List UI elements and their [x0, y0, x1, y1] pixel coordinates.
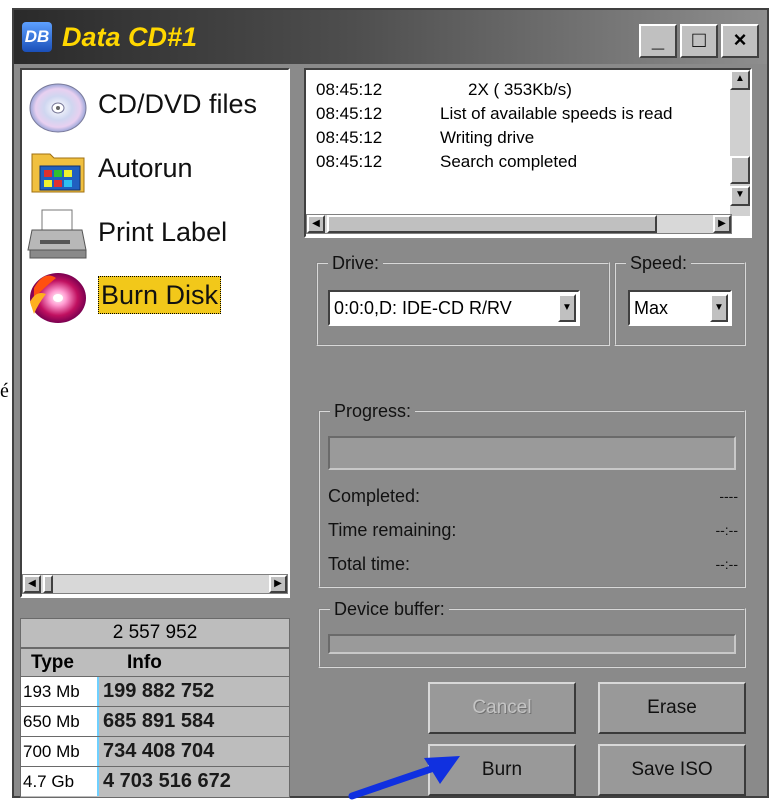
total-time-value: --:--: [715, 556, 738, 572]
stray-character: é: [0, 380, 9, 402]
table-row: 700 Mb 734 408 704: [21, 737, 289, 767]
log-time: 08:45:12: [316, 104, 383, 123]
log-entry: 08:45:12 2X ( 353Kb/s): [316, 78, 572, 102]
total-size-counter: 2 557 952: [20, 618, 290, 648]
time-remaining-label: Time remaining:: [328, 520, 457, 540]
scroll-left-icon[interactable]: ◀: [307, 215, 325, 233]
device-buffer-bar: [328, 634, 736, 654]
row-type: 193 Mb: [21, 677, 99, 706]
nav-item-cd-dvd-files[interactable]: CD/DVD files: [26, 76, 288, 138]
table-row: 4.7 Gb 4 703 516 672: [21, 767, 289, 797]
progress-label: Progress:: [330, 399, 416, 423]
table-row: 193 Mb 199 882 752: [21, 677, 289, 707]
app-logo-icon: DB: [22, 22, 52, 52]
autorun-folder-icon: [31, 153, 85, 193]
scroll-thumb[interactable]: [730, 156, 750, 184]
maximize-button[interactable]: □: [680, 24, 718, 58]
total-time-label: Total time:: [328, 554, 411, 574]
disc-size-table: Type Info 193 Mb 199 882 752 650 Mb 685 …: [20, 648, 290, 798]
window-title: Data CD#1: [62, 22, 198, 52]
row-type: 4.7 Gb: [21, 767, 99, 796]
nav-item-label: Autorun: [98, 153, 193, 183]
log-entry: 08:45:12 Search completed: [316, 150, 577, 174]
erase-button[interactable]: Erase: [598, 682, 746, 734]
scroll-left-icon[interactable]: ◀: [23, 575, 41, 593]
nav-item-print-label[interactable]: Print Label: [26, 204, 288, 266]
pointer-arrow-icon: [348, 756, 460, 800]
progress-group: Progress: Completed: ---- Time remaining…: [318, 399, 746, 588]
drive-label: Drive:: [328, 251, 384, 275]
device-buffer-label: Device buffer:: [330, 597, 449, 621]
column-info-header: Info: [127, 652, 162, 673]
log-entry: 08:45:12 List of available speeds is read: [316, 102, 672, 126]
close-button[interactable]: ×: [721, 24, 759, 58]
scroll-down-icon[interactable]: ▼: [730, 186, 750, 206]
log-time: 08:45:12: [316, 80, 383, 99]
column-type-header: Type: [31, 652, 74, 673]
row-info: 685 891 584: [103, 710, 215, 732]
nav-item-label: CD/DVD files: [98, 89, 258, 119]
speed-select-value: Max: [634, 298, 669, 318]
log-text: List of available speeds is read: [440, 104, 673, 123]
scroll-right-icon[interactable]: ▶: [713, 215, 731, 233]
log-time: 08:45:12: [316, 128, 383, 147]
burn-disk-icon: [30, 273, 86, 323]
time-remaining-value: --:--: [715, 522, 738, 538]
row-info: 734 408 704: [103, 740, 215, 762]
row-info: 4 703 516 672: [103, 770, 231, 792]
nav-item-label: Burn Disk: [98, 276, 222, 314]
scroll-thumb[interactable]: [327, 215, 657, 233]
log-time: 08:45:12: [316, 152, 383, 171]
nav-item-label: Print Label: [98, 217, 228, 247]
device-buffer-group: Device buffer:: [318, 597, 746, 668]
left-horizontal-scrollbar[interactable]: ◀ ▶: [22, 574, 288, 594]
row-type: 650 Mb: [21, 707, 99, 736]
drive-select-value: 0:0:0,D: IDE-CD R/RV: [334, 298, 512, 318]
scroll-right-icon[interactable]: ▶: [269, 575, 287, 593]
drive-group: Drive: 0:0:0,D: IDE-CD R/RV ▼: [316, 251, 610, 346]
progress-bar: [328, 436, 736, 470]
scroll-up-icon[interactable]: ▲: [730, 70, 750, 90]
log-vertical-scrollbar[interactable]: ▲ ▼: [730, 70, 750, 216]
drive-select[interactable]: 0:0:0,D: IDE-CD R/RV ▼: [328, 290, 580, 326]
app-window: DB Data CD#1 _ □ × CD/DVD files Autorun …: [12, 8, 769, 798]
cancel-button[interactable]: Cancel: [428, 682, 576, 734]
log-text: 2X ( 353Kb/s): [468, 80, 572, 99]
completed-value: ----: [719, 488, 738, 504]
navigation-pane: CD/DVD files Autorun Print Label Burn Di…: [20, 68, 290, 598]
speed-group: Speed: Max ▼: [614, 251, 746, 346]
row-info: 199 882 752: [103, 680, 215, 702]
completed-label: Completed:: [328, 486, 421, 506]
cd-icon: [29, 83, 87, 133]
speed-label: Speed:: [626, 251, 692, 275]
chevron-down-icon[interactable]: ▼: [710, 294, 728, 322]
log-text: Writing drive: [440, 128, 535, 147]
speed-select[interactable]: Max ▼: [628, 290, 732, 326]
log-text: Search completed: [440, 152, 578, 171]
title-bar[interactable]: DB Data CD#1 _ □ ×: [14, 10, 767, 64]
table-row: 650 Mb 685 891 584: [21, 707, 289, 737]
log-horizontal-scrollbar[interactable]: ◀ ▶: [306, 214, 732, 234]
printer-icon: [27, 209, 87, 259]
save-iso-button[interactable]: Save ISO: [598, 744, 746, 796]
log-panel[interactable]: 08:45:12 2X ( 353Kb/s) 08:45:12 List of av…: [304, 68, 752, 238]
chevron-down-icon[interactable]: ▼: [558, 294, 576, 322]
minimize-button[interactable]: _: [639, 24, 677, 58]
table-header: Type Info: [21, 649, 289, 677]
nav-item-autorun[interactable]: Autorun: [26, 140, 288, 202]
scroll-thumb[interactable]: [43, 575, 53, 593]
row-type: 700 Mb: [21, 737, 99, 766]
log-entry: 08:45:12 Writing drive: [316, 126, 534, 150]
nav-item-burn-disk[interactable]: Burn Disk: [26, 266, 288, 328]
